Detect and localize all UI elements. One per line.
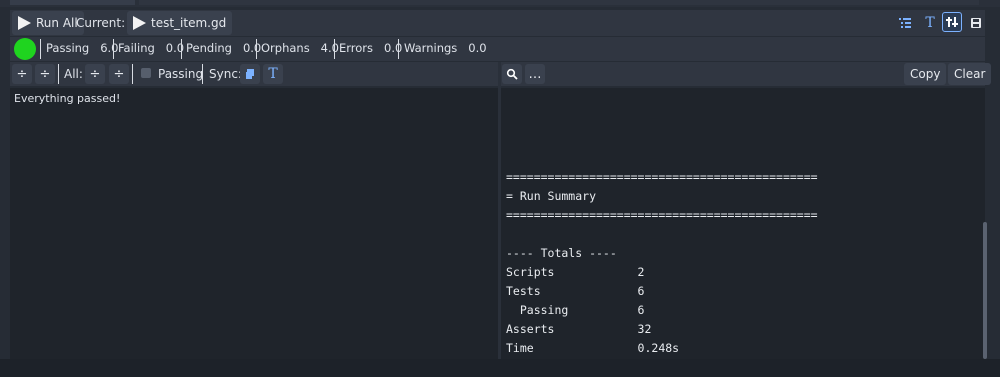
stat-warnings: Warnings 0.0	[404, 41, 487, 55]
status-indicator	[14, 38, 36, 60]
all-label: All:	[64, 67, 83, 81]
output-line: Tests 6	[506, 284, 645, 298]
main-toolbar: Run All Current: test_item.gd T	[10, 10, 985, 36]
run-all-label: Run All	[36, 16, 78, 30]
play-icon	[18, 16, 31, 30]
divider	[181, 39, 182, 59]
settings-sliders-icon[interactable]	[942, 12, 962, 32]
outline-icon[interactable]	[895, 13, 915, 33]
passing-filter-label: Passing	[158, 67, 204, 81]
output-line: Time 0.248s	[506, 341, 680, 355]
divider	[398, 39, 399, 59]
output-line: Asserts 32	[506, 322, 652, 336]
divider	[58, 64, 59, 84]
collapse-all-icon[interactable]: ÷	[85, 64, 105, 84]
stat-failing: Failing 0.0	[118, 41, 185, 55]
stat-orphans: Orphans 4.0	[261, 41, 339, 55]
show-passing-checkbox[interactable]	[141, 68, 151, 78]
editor-tab[interactable]	[10, 0, 135, 5]
clear-button[interactable]: Clear	[948, 63, 992, 85]
output-line: ========================================…	[506, 208, 818, 222]
stat-pending: Pending 0.0	[186, 41, 262, 55]
collapse-icon[interactable]: ÷	[12, 64, 32, 84]
search-icon[interactable]	[502, 64, 522, 84]
panel-save-icon[interactable]	[966, 13, 986, 33]
sync-text-icon[interactable]: T	[263, 64, 283, 84]
current-script-label: test_item.gd	[151, 16, 227, 30]
results-tree[interactable]: Everything passed!	[10, 88, 498, 359]
divider	[202, 64, 203, 84]
play-icon	[133, 16, 146, 30]
stat-passing: Passing 6.0	[46, 41, 119, 55]
copy-button[interactable]: Copy	[904, 63, 947, 85]
output-line: ---- Totals ----	[506, 246, 617, 260]
run-all-button[interactable]: Run All	[12, 11, 84, 35]
expand-icon[interactable]: ÷	[35, 64, 55, 84]
sync-script-icon[interactable]	[240, 64, 260, 84]
output-scrollbar[interactable]	[983, 222, 987, 359]
divider	[113, 39, 114, 59]
more-options-button[interactable]: …	[525, 64, 545, 84]
top-strip	[0, 0, 1000, 7]
tree-message: Everything passed!	[14, 92, 121, 105]
left-dock-edge	[0, 7, 7, 359]
run-current-button[interactable]: test_item.gd	[127, 11, 233, 35]
divider	[256, 39, 257, 59]
output-line: ========================================…	[506, 170, 818, 184]
editor-tab-bar	[139, 0, 979, 5]
current-label: Current:	[76, 16, 126, 30]
stat-errors: Errors 0.0	[339, 41, 403, 55]
text-format-icon[interactable]: T	[920, 13, 940, 33]
sync-label: Sync:	[209, 67, 242, 81]
output-console: ========================================…	[506, 149, 818, 377]
output-line: Passing 6	[506, 303, 645, 317]
expand-all-icon[interactable]: ÷	[109, 64, 129, 84]
output-line: Scripts 2	[506, 265, 645, 279]
divider	[40, 39, 41, 59]
divider	[334, 39, 335, 59]
divider	[132, 64, 133, 84]
output-line: = Run Summary	[506, 189, 597, 203]
